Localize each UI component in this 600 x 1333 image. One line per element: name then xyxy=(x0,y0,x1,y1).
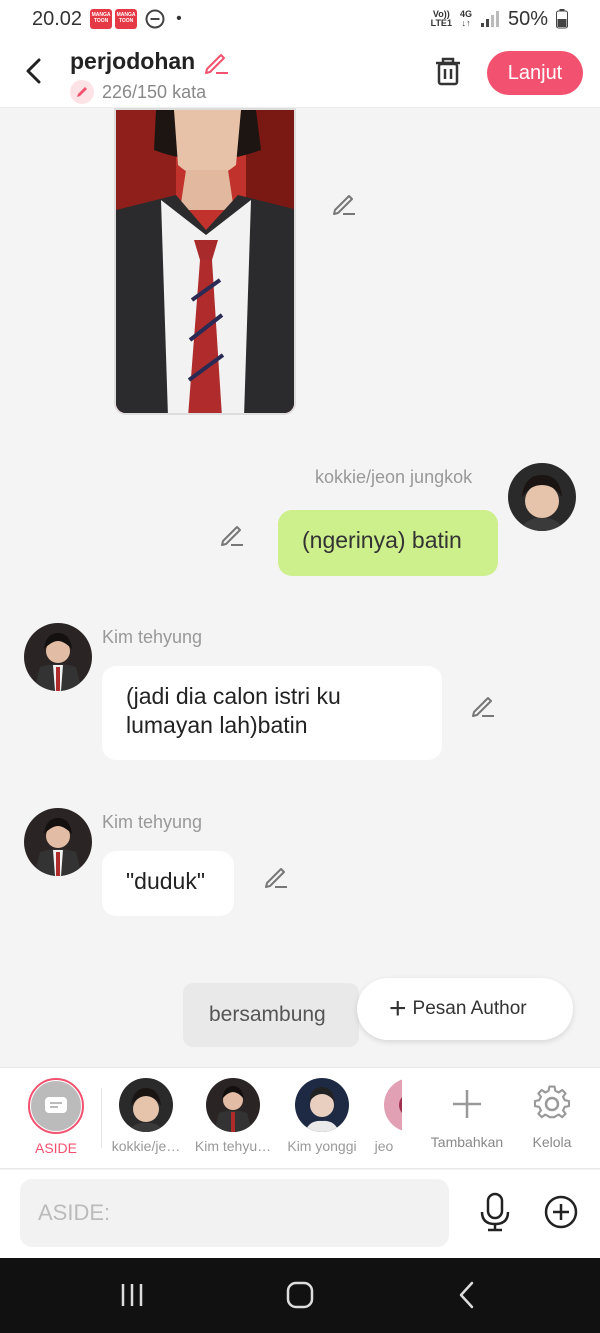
plus-icon xyxy=(453,1090,481,1118)
to-be-continued-button[interactable]: bersambung xyxy=(183,983,359,1047)
input-placeholder: ASIDE: xyxy=(38,1200,111,1225)
trash-icon[interactable] xyxy=(432,56,464,88)
system-navigation-bar xyxy=(0,1258,600,1333)
message-input[interactable]: ASIDE: xyxy=(20,1179,449,1247)
character-kim-tehyung[interactable]: Kim tehyu… xyxy=(190,1078,276,1154)
character-label: Kim yonggi xyxy=(287,1138,357,1154)
add-character-button[interactable]: Tambahkan xyxy=(424,1080,510,1150)
plus-icon: + xyxy=(389,992,407,1025)
pencil-badge-icon xyxy=(70,80,94,104)
character-jeon[interactable]: jeo xyxy=(366,1078,402,1154)
volte-indicator: Vo)) LTE1 xyxy=(430,9,452,28)
aside-avatar xyxy=(28,1078,84,1134)
character-label: kokkie/je… xyxy=(111,1138,181,1154)
mangatoon-notification-icon: MANGA TOON xyxy=(115,9,138,29)
signal-icon xyxy=(480,11,499,27)
chat-bubble[interactable]: "duduk" xyxy=(102,851,234,916)
battery-percent: 50% xyxy=(507,7,548,30)
character-avatar xyxy=(384,1078,402,1132)
continue-label: bersambung xyxy=(209,1003,326,1026)
microphone-icon[interactable] xyxy=(478,1192,512,1232)
character-avatar[interactable] xyxy=(24,623,92,691)
character-avatar[interactable] xyxy=(24,808,92,876)
character-kim-yonggi[interactable]: Kim yonggi xyxy=(279,1078,365,1154)
message-text: (jadi dia calon istri ku lumayan lah)bat… xyxy=(126,683,341,738)
story-title: perjodohan xyxy=(70,48,196,74)
character-label: jeo xyxy=(374,1138,394,1154)
character-avatar[interactable] xyxy=(508,463,576,531)
manage-characters-button[interactable]: Kelola xyxy=(512,1080,592,1150)
editor-header: perjodohan 226/150 kata Lanjut xyxy=(0,38,600,108)
recent-apps-icon[interactable] xyxy=(117,1280,147,1310)
edit-message-pencil-icon[interactable] xyxy=(263,862,291,890)
notification-dot-icon: • xyxy=(176,10,182,27)
author-message-label: Pesan Author xyxy=(412,998,527,1019)
battery-icon xyxy=(556,9,568,29)
home-icon[interactable] xyxy=(285,1280,315,1310)
add-circle-icon[interactable] xyxy=(543,1194,579,1230)
character-avatar xyxy=(119,1078,173,1132)
status-bar: 20.02 MANGA TOON MANGA TOON • Vo)) LTE1 … xyxy=(0,0,600,38)
edit-message-pencil-icon[interactable] xyxy=(470,691,498,719)
character-avatar xyxy=(206,1078,260,1132)
do-not-disturb-icon xyxy=(145,9,165,29)
manage-label: Kelola xyxy=(532,1134,572,1150)
back-icon[interactable] xyxy=(452,1280,482,1310)
back-arrow-icon[interactable] xyxy=(22,56,46,86)
author-message-button[interactable]: + Pesan Author xyxy=(357,978,573,1040)
message-sender-name: Kim tehyung xyxy=(102,627,203,647)
edit-title-pencil-icon[interactable] xyxy=(202,48,230,76)
divider xyxy=(101,1088,102,1148)
character-kokkie[interactable]: kokkie/je… xyxy=(103,1078,189,1154)
chat-bubble[interactable]: (jadi dia calon istri ku lumayan lah)bat… xyxy=(102,666,442,760)
character-label: Kim tehyu… xyxy=(194,1138,272,1154)
character-aside[interactable]: ASIDE xyxy=(13,1078,99,1156)
network-type-indicator: 4G ↓↑ xyxy=(459,9,472,28)
chat-image-message[interactable] xyxy=(114,108,296,415)
gear-icon xyxy=(533,1085,571,1119)
mangatoon-notification-icon: MANGA TOON xyxy=(90,9,113,29)
message-sender-name: kokkie/jeon jungkok xyxy=(315,467,473,487)
character-label: ASIDE xyxy=(34,1140,77,1156)
chat-bubble[interactable]: (ngerinya) batin xyxy=(278,510,498,576)
word-count: 226/150 kata xyxy=(70,80,206,104)
message-text: (ngerinya) batin xyxy=(302,527,462,553)
message-input-bar: ASIDE: xyxy=(0,1170,600,1258)
message-text: "duduk" xyxy=(126,868,205,894)
next-button[interactable]: Lanjut xyxy=(487,51,583,95)
add-character-label: Tambahkan xyxy=(430,1134,504,1150)
character-selector: ASIDE kokkie/je… Kim tehyu… Kim yonggi j… xyxy=(0,1067,600,1169)
word-count-text: 226/150 kata xyxy=(102,81,207,102)
edit-message-pencil-icon[interactable] xyxy=(331,189,359,217)
narration-icon xyxy=(45,1097,67,1113)
status-time: 20.02 xyxy=(32,7,83,30)
message-sender-name: Kim tehyung xyxy=(102,812,203,832)
character-avatar xyxy=(295,1078,349,1132)
edit-message-pencil-icon[interactable] xyxy=(219,520,247,548)
character-photo xyxy=(116,110,294,413)
